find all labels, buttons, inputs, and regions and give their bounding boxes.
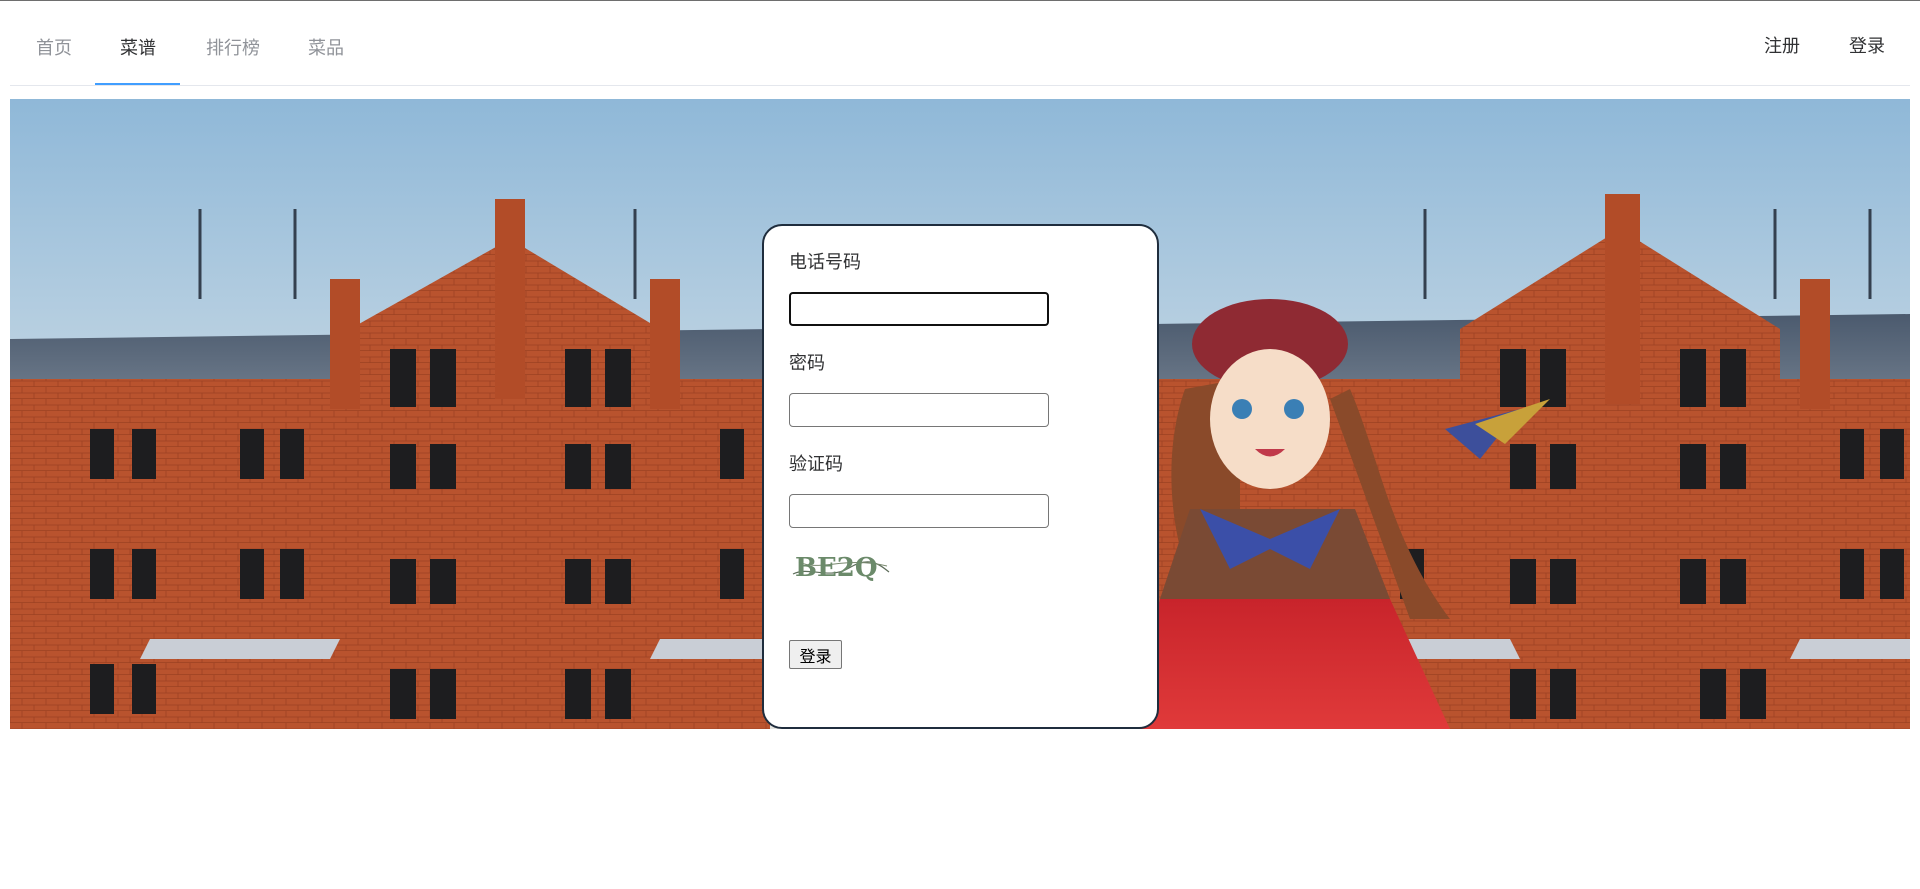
phone-input[interactable] <box>789 292 1049 326</box>
register-link[interactable]: 注册 <box>1764 1 1800 85</box>
captcha-text: BE2Q <box>795 553 878 583</box>
tab-home[interactable]: 首页 <box>34 1 74 85</box>
top-nav: 首页 菜谱 排行榜 菜品 注册 登录 <box>10 1 1910 86</box>
phone-label: 电话号码 <box>789 252 861 273</box>
captcha-label: 验证码 <box>789 454 843 475</box>
password-input[interactable] <box>789 393 1049 427</box>
tab-ranking[interactable]: 排行榜 <box>203 1 263 85</box>
login-link[interactable]: 登录 <box>1849 1 1885 85</box>
captcha-input[interactable] <box>789 494 1049 528</box>
active-tab-indicator <box>95 83 180 85</box>
tab-recipes[interactable]: 菜谱 <box>118 1 158 85</box>
login-card: 电话号码 密码 验证码 BE2Q 登录 <box>762 224 1159 729</box>
captcha-image[interactable]: BE2Q <box>789 546 893 586</box>
password-label: 密码 <box>789 353 825 374</box>
login-submit-button[interactable]: 登录 <box>789 640 842 669</box>
tab-dishes[interactable]: 菜品 <box>306 1 346 85</box>
